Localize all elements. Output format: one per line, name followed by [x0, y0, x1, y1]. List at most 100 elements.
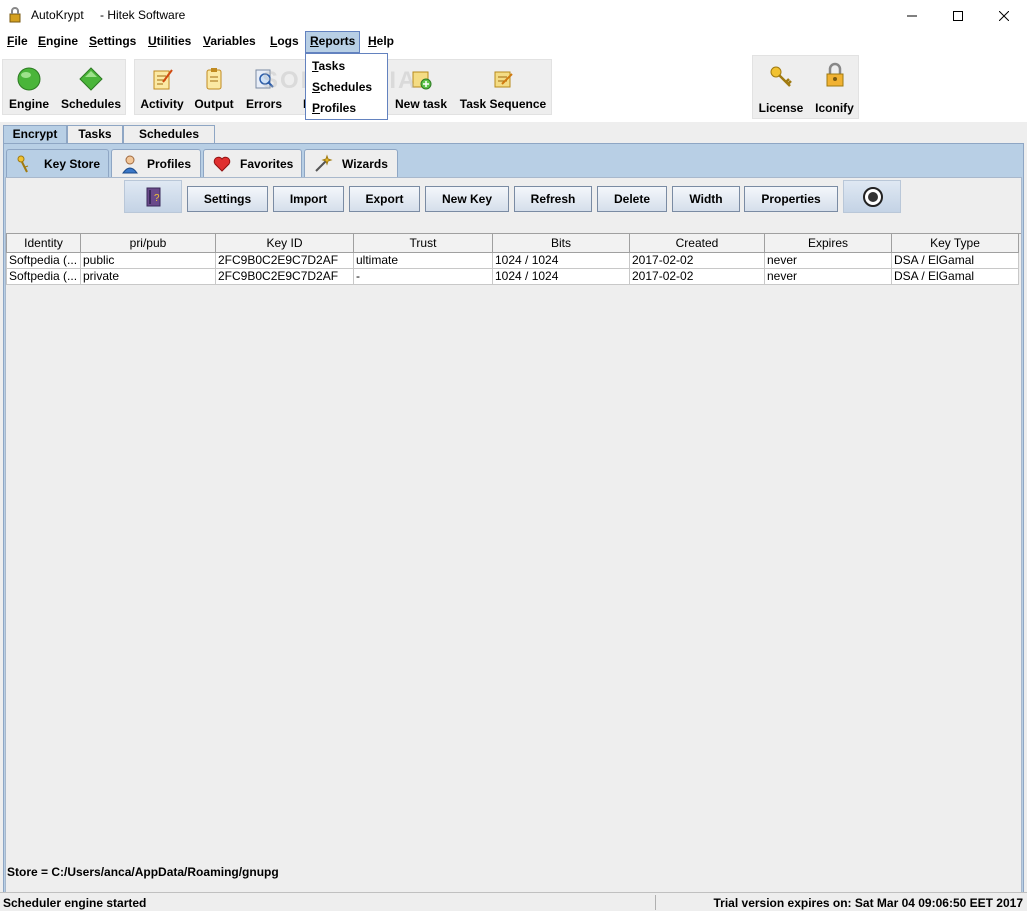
menu-logs[interactable]: Logs — [266, 31, 303, 53]
cell-bits[interactable]: 1024 / 1024 — [492, 267, 630, 285]
menu-bar: File Engine Settings Utilities Variables… — [0, 31, 1027, 53]
cell-created[interactable]: 2017-02-02 — [629, 251, 765, 269]
wizards-wand-icon — [315, 154, 333, 172]
cell-key-type[interactable]: DSA / ElGamal — [891, 251, 1019, 269]
reports-menu-schedules[interactable]: Schedules — [312, 80, 372, 94]
title-bar: AutoKrypt - Hitek Software — [0, 0, 1027, 31]
close-icon — [999, 10, 1009, 21]
license-button[interactable]: License — [753, 56, 809, 120]
tab-wizards[interactable]: Wizards — [304, 149, 398, 177]
cell-key-id[interactable]: 2FC9B0C2E9C7D2AF — [215, 251, 354, 269]
key-table: Identity pri/pub Key ID Trust Bits Creat… — [6, 234, 1019, 285]
toolbar-group-engine: Engine Schedules — [2, 59, 126, 115]
menu-variables[interactable]: Variables — [199, 31, 260, 53]
table-header-row: Identity pri/pub Key ID Trust Bits Creat… — [6, 234, 1019, 253]
cell-pri-pub[interactable]: public — [80, 251, 216, 269]
cell-created[interactable]: 2017-02-02 — [629, 267, 765, 285]
delete-button[interactable]: Delete — [597, 186, 667, 212]
minimize-button[interactable] — [889, 0, 935, 31]
record-button[interactable] — [843, 180, 901, 213]
tab-tasks[interactable]: Tasks — [67, 125, 123, 144]
cell-pri-pub[interactable]: private — [80, 267, 216, 285]
engine-green-circle-icon — [17, 67, 41, 91]
maximize-icon — [953, 10, 963, 21]
column-header-key-id[interactable]: Key ID — [215, 234, 354, 253]
properties-button[interactable]: Properties — [744, 186, 838, 212]
main-area: Encrypt Tasks Schedules Key Store Profil… — [0, 122, 1027, 911]
record-circle-icon — [863, 187, 883, 207]
column-header-trust[interactable]: Trust — [353, 234, 493, 253]
tab-favorites[interactable]: Favorites — [203, 149, 302, 177]
settings-button[interactable]: Settings — [187, 186, 268, 212]
reports-menu-tasks[interactable]: Tasks — [312, 59, 345, 73]
column-header-key-type[interactable]: Key Type — [891, 234, 1019, 253]
status-divider — [655, 895, 656, 910]
iconify-padlock-icon — [826, 62, 843, 87]
table-row[interactable]: Softpedia (... private 2FC9B0C2E9C7D2AF … — [6, 267, 1019, 285]
output-clipboard-icon — [206, 68, 222, 90]
column-header-created[interactable]: Created — [629, 234, 765, 253]
favorites-heart-icon — [213, 156, 231, 172]
tab-key-store[interactable]: Key Store — [6, 149, 109, 179]
new-task-button[interactable]: New task — [389, 60, 453, 116]
new-task-scroll-icon — [412, 71, 432, 90]
output-button[interactable]: Output — [189, 60, 239, 116]
activity-button[interactable]: Activity — [135, 60, 189, 116]
column-header-pri-pub[interactable]: pri/pub — [80, 234, 216, 253]
column-header-bits[interactable]: Bits — [492, 234, 630, 253]
cell-identity[interactable]: Softpedia (... — [6, 251, 81, 269]
key-store-keys-icon — [17, 155, 29, 173]
cell-key-type[interactable]: DSA / ElGamal — [891, 267, 1019, 285]
tab-schedules[interactable]: Schedules — [123, 125, 215, 144]
new-key-button[interactable]: New Key — [425, 186, 509, 212]
menu-engine[interactable]: Engine — [34, 31, 82, 53]
activity-notepad-icon — [153, 69, 173, 90]
schedules-button[interactable]: Schedules — [55, 60, 127, 116]
minimize-icon — [907, 15, 917, 16]
errors-magnifier-icon — [255, 69, 274, 89]
close-button[interactable] — [981, 0, 1027, 31]
refresh-button[interactable]: Refresh — [514, 186, 592, 212]
window-title: AutoKrypt — [31, 8, 84, 22]
cell-bits[interactable]: 1024 / 1024 — [492, 251, 630, 269]
menu-reports[interactable]: Reports — [305, 31, 361, 53]
iconify-button[interactable]: Iconify — [809, 56, 860, 120]
key-table-area: Identity pri/pub Key ID Trust Bits Creat… — [6, 233, 1021, 859]
store-path-label: Store = C:/Users/anca/AppData/Roaming/gn… — [7, 865, 279, 879]
maximize-button[interactable] — [935, 0, 981, 31]
engine-button[interactable]: Engine — [3, 60, 55, 116]
cell-trust[interactable]: ultimate — [353, 251, 493, 269]
menu-utilities[interactable]: Utilities — [144, 31, 195, 53]
errors-button[interactable]: Errors — [239, 60, 289, 116]
task-sequence-button[interactable]: Task Sequence — [453, 60, 553, 116]
toolbar: Engine Schedules Activity Output Errors … — [0, 53, 1027, 122]
cell-trust[interactable]: - — [353, 267, 493, 285]
import-button[interactable]: Import — [273, 186, 344, 212]
task-sequence-scroll-icon — [494, 71, 513, 88]
table-row[interactable]: Softpedia (... public 2FC9B0C2E9C7D2AF u… — [6, 251, 1019, 269]
tab-profiles[interactable]: Profiles — [111, 149, 201, 177]
book-button[interactable]: ? — [124, 180, 182, 213]
status-bar: Scheduler engine started Trial version e… — [0, 892, 1027, 911]
status-message: Scheduler engine started — [3, 896, 147, 910]
reports-dropdown-menu: Tasks Schedules Profiles — [305, 53, 388, 120]
cell-identity[interactable]: Softpedia (... — [6, 267, 81, 285]
cell-expires[interactable]: never — [764, 267, 892, 285]
column-header-identity[interactable]: Identity — [6, 234, 81, 253]
license-key-icon — [770, 66, 792, 87]
book-help-icon: ? — [146, 187, 161, 207]
tab-encrypt[interactable]: Encrypt — [3, 125, 67, 144]
reports-menu-profiles[interactable]: Profiles — [312, 101, 356, 115]
cell-key-id[interactable]: 2FC9B0C2E9C7D2AF — [215, 267, 354, 285]
menu-help[interactable]: Help — [364, 31, 398, 53]
export-button[interactable]: Export — [349, 186, 420, 212]
column-header-expires[interactable]: Expires — [764, 234, 892, 253]
width-button[interactable]: Width — [672, 186, 740, 212]
menu-settings[interactable]: Settings — [85, 31, 140, 53]
window-title-suffix: - Hitek Software — [100, 8, 186, 22]
menu-file[interactable]: File — [3, 31, 32, 53]
cell-expires[interactable]: never — [764, 251, 892, 269]
app-lock-icon — [9, 7, 21, 23]
key-store-panel: ? Settings Import Export New Key Refresh… — [5, 177, 1022, 893]
schedules-diamond-icon — [79, 67, 103, 91]
